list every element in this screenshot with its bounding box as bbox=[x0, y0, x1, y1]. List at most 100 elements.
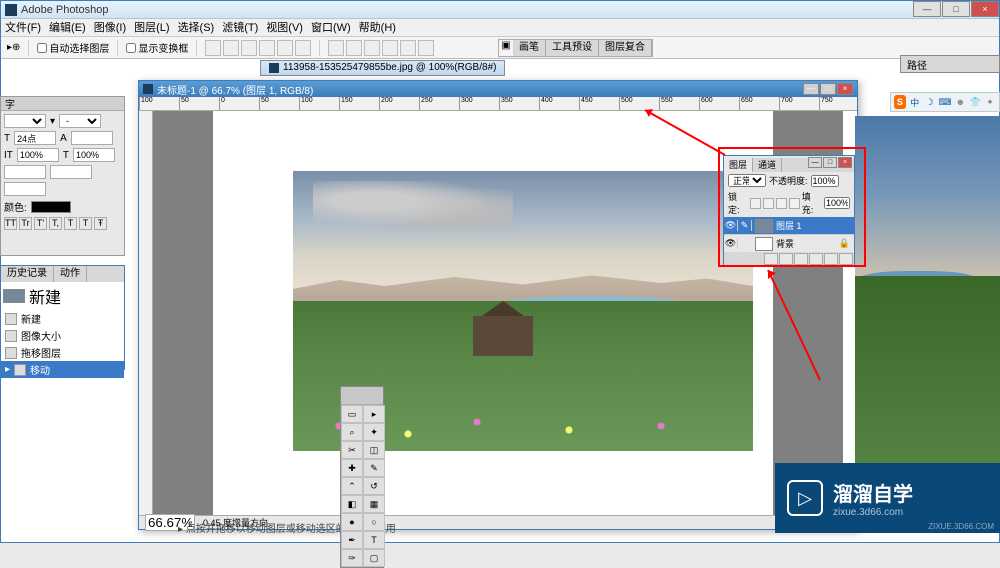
visibility-icon[interactable]: 👁 bbox=[724, 238, 738, 249]
distribute-icon[interactable] bbox=[418, 40, 434, 56]
distribute-icon[interactable] bbox=[328, 40, 344, 56]
history-item[interactable]: 拖移图层 bbox=[1, 344, 124, 361]
ime-mode-button[interactable]: 中 bbox=[909, 95, 921, 109]
type-btn[interactable]: Tr bbox=[19, 217, 32, 230]
layer-style-button[interactable] bbox=[764, 253, 778, 265]
type-btn[interactable]: Ŧ bbox=[94, 217, 107, 230]
visibility-icon[interactable]: 👁 bbox=[724, 220, 738, 231]
paths-panel-tab[interactable]: 路径 bbox=[900, 55, 1000, 73]
blur-tool[interactable]: ● bbox=[341, 513, 363, 531]
panel-minimize-button[interactable]: — bbox=[808, 157, 822, 168]
document-tab[interactable]: 113958-153525479855be.jpg @ 100%(RGB/8#) bbox=[260, 60, 505, 76]
menu-file[interactable]: 文件(F) bbox=[5, 19, 41, 36]
align-icon[interactable] bbox=[277, 40, 293, 56]
lock-position-icon[interactable] bbox=[776, 198, 787, 209]
tab-actions[interactable]: 动作 bbox=[54, 266, 87, 282]
palette-well-icon[interactable]: ▣ bbox=[499, 40, 513, 56]
type-btn[interactable]: T, bbox=[49, 217, 62, 230]
ime-emoji-icon[interactable]: ☻ bbox=[954, 95, 966, 109]
stamp-tool[interactable]: ⌃ bbox=[341, 477, 363, 495]
panel-maximize-button[interactable]: □ bbox=[823, 157, 837, 168]
history-item[interactable]: 图像大小 bbox=[1, 327, 124, 344]
lasso-tool[interactable]: ⌕ bbox=[341, 423, 363, 441]
maximize-button[interactable]: □ bbox=[942, 1, 970, 17]
show-transform-checkbox[interactable]: 显示变换框 bbox=[126, 40, 188, 55]
lock-all-icon[interactable] bbox=[789, 198, 800, 209]
marquee-tool[interactable]: ▭ bbox=[341, 405, 363, 423]
menu-select[interactable]: 选择(S) bbox=[178, 19, 215, 36]
align-icon[interactable] bbox=[205, 40, 221, 56]
lock-pixels-icon[interactable] bbox=[763, 198, 774, 209]
layer-item[interactable]: 👁 背景 🔒 bbox=[724, 235, 854, 253]
menu-layer[interactable]: 图层(L) bbox=[134, 19, 169, 36]
ime-moon-icon[interactable]: ☽ bbox=[924, 95, 936, 109]
font-select[interactable] bbox=[4, 114, 46, 128]
doc-maximize-button[interactable]: □ bbox=[820, 83, 836, 95]
tracking-input[interactable] bbox=[50, 165, 92, 179]
new-layer-button[interactable] bbox=[824, 253, 838, 265]
tab-history[interactable]: 历史记录 bbox=[1, 266, 54, 282]
layer-item[interactable]: 👁 ✎ 图层 1 bbox=[724, 217, 854, 235]
path-tool[interactable]: ✒ bbox=[341, 531, 363, 549]
font-style-select[interactable]: - bbox=[59, 114, 101, 128]
doc-close-button[interactable]: × bbox=[837, 83, 853, 95]
ime-keyboard-icon[interactable]: ⌨ bbox=[938, 95, 951, 109]
menu-edit[interactable]: 编辑(E) bbox=[49, 19, 86, 36]
menu-window[interactable]: 窗口(W) bbox=[311, 19, 351, 36]
ime-skin-icon[interactable]: 👕 bbox=[969, 95, 981, 109]
baseline-input[interactable] bbox=[4, 165, 46, 179]
pen-tool[interactable]: ✑ bbox=[341, 549, 363, 567]
menu-image[interactable]: 图像(I) bbox=[94, 19, 126, 36]
align-icon[interactable] bbox=[223, 40, 239, 56]
layer-mask-button[interactable] bbox=[779, 253, 793, 265]
auto-select-checkbox[interactable]: 自动选择图层 bbox=[37, 40, 109, 55]
delete-layer-button[interactable] bbox=[839, 253, 853, 265]
close-button[interactable]: × bbox=[971, 1, 999, 17]
doc-minimize-button[interactable]: — bbox=[803, 83, 819, 95]
ws-tab-layercomp[interactable]: 图层复合 bbox=[599, 40, 652, 56]
align-icon[interactable] bbox=[295, 40, 311, 56]
crop-tool[interactable]: ✂ bbox=[341, 441, 363, 459]
history-brush-tool[interactable]: ↺ bbox=[363, 477, 385, 495]
hscale-input[interactable] bbox=[73, 148, 115, 162]
move-tool[interactable]: ▸ bbox=[363, 405, 385, 423]
history-item[interactable]: ▸移动 bbox=[1, 361, 124, 378]
slice-tool[interactable]: ◫ bbox=[363, 441, 385, 459]
heal-tool[interactable]: ✚ bbox=[341, 459, 363, 477]
type-btn[interactable]: T bbox=[79, 217, 92, 230]
ime-settings-icon[interactable]: ✦ bbox=[984, 95, 996, 109]
tab-channels[interactable]: 通道 bbox=[753, 158, 782, 172]
document-titlebar[interactable]: 未标题-1 @ 66.7% (图层 1, RGB/8) — □ × bbox=[139, 81, 857, 97]
link-icon[interactable]: ✎ bbox=[738, 220, 752, 231]
fill-input[interactable] bbox=[824, 197, 850, 209]
menu-view[interactable]: 视图(V) bbox=[266, 19, 303, 36]
opacity-input[interactable] bbox=[811, 175, 839, 187]
blend-mode-select[interactable]: 正常 bbox=[728, 174, 766, 187]
type-btn[interactable]: TT bbox=[4, 217, 17, 230]
history-snapshot-thumb[interactable] bbox=[3, 289, 25, 303]
adjustment-button[interactable] bbox=[809, 253, 823, 265]
brush-tool[interactable]: ✎ bbox=[363, 459, 385, 477]
menu-help[interactable]: 帮助(H) bbox=[359, 19, 396, 36]
type-btn[interactable]: T bbox=[64, 217, 77, 230]
distribute-icon[interactable] bbox=[400, 40, 416, 56]
text-color-swatch[interactable] bbox=[31, 201, 71, 213]
menu-filter[interactable]: 滤镜(T) bbox=[222, 19, 258, 36]
eraser-tool[interactable]: ◧ bbox=[341, 495, 363, 513]
distribute-icon[interactable] bbox=[382, 40, 398, 56]
vscale-input[interactable] bbox=[17, 148, 59, 162]
wand-tool[interactable]: ✦ bbox=[363, 423, 385, 441]
distribute-icon[interactable] bbox=[346, 40, 362, 56]
ws-tab-toolpreset[interactable]: 工具预设 bbox=[546, 40, 599, 56]
align-icon[interactable] bbox=[259, 40, 275, 56]
new-group-button[interactable] bbox=[794, 253, 808, 265]
sogou-icon[interactable]: S bbox=[894, 95, 906, 109]
type-tool[interactable]: T bbox=[363, 531, 385, 549]
gradient-tool[interactable]: ▦ bbox=[363, 495, 385, 513]
kerning-input[interactable] bbox=[4, 182, 46, 196]
leading-input[interactable] bbox=[71, 131, 113, 145]
dodge-tool[interactable]: ○ bbox=[363, 513, 385, 531]
minimize-button[interactable]: — bbox=[913, 1, 941, 17]
lock-transparency-icon[interactable] bbox=[750, 198, 761, 209]
align-icon[interactable] bbox=[241, 40, 257, 56]
